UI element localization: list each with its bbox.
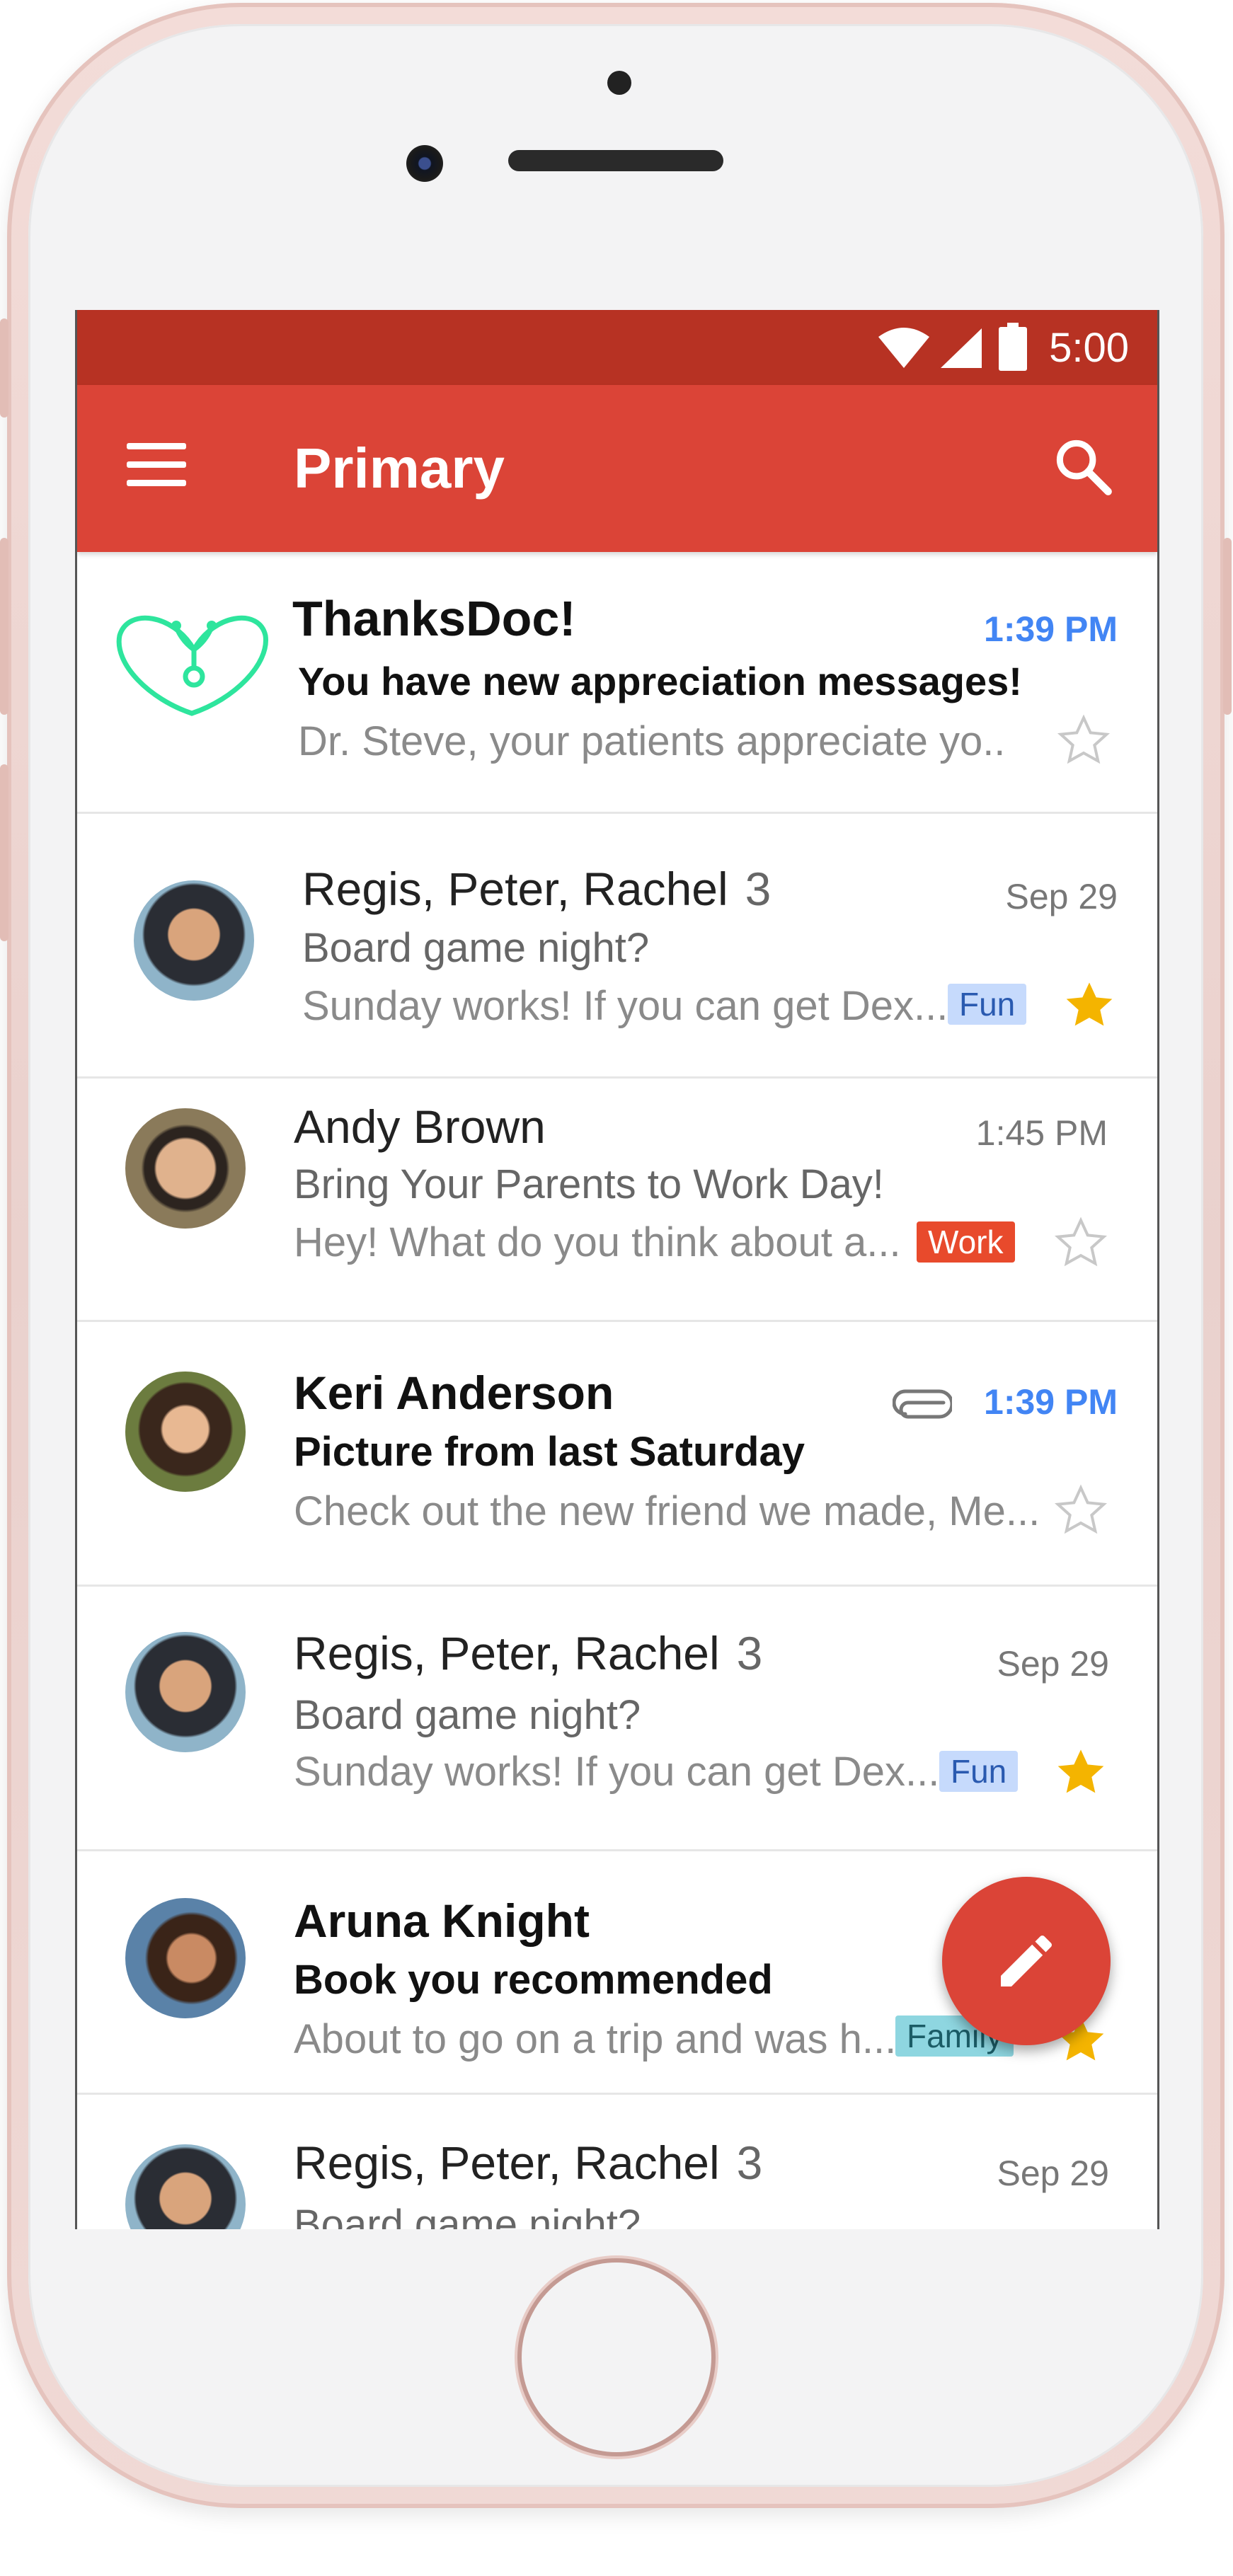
phone-power-button <box>1223 538 1232 715</box>
hamburger-icon[interactable] <box>127 443 186 487</box>
email-time: 1:39 PM <box>984 609 1118 649</box>
list-item[interactable]: Regis, Peter, Rachel 3 Sep 29 Board game … <box>77 1587 1157 1851</box>
email-time: 1:39 PM <box>984 1382 1118 1422</box>
search-icon[interactable] <box>1051 435 1115 498</box>
email-snippet: Check out the new friend we made, Me... <box>294 1488 1040 1534</box>
email-snippet: Sunday works! If you can get Dex... <box>294 1749 940 1795</box>
list-item[interactable]: ThanksDoc! 1:39 PM You have new apprecia… <box>77 552 1157 814</box>
avatar <box>134 880 254 1001</box>
avatar <box>125 1108 246 1229</box>
sender-name: Aruna Knight <box>294 1894 590 1947</box>
app-bar: Primary <box>77 385 1157 552</box>
pencil-icon <box>1001 1935 1052 1986</box>
home-button[interactable] <box>522 2262 711 2452</box>
avatar <box>125 2144 246 2229</box>
label-tag: Work <box>917 1221 1015 1263</box>
email-snippet: Hey! What do you think about a... <box>294 1219 901 1265</box>
email-subject: Board game night? <box>294 1692 641 1738</box>
phone-volume-up <box>0 538 8 715</box>
email-snippet: Dr. Steve, your patients appreciate yo.. <box>298 718 1006 764</box>
email-subject: Board game night? <box>302 925 650 971</box>
sender-name: Regis, Peter, Rachel 3 <box>302 863 772 915</box>
sender-name: Regis, Peter, Rachel 3 <box>294 2137 763 2189</box>
email-time: Sep 29 <box>997 1644 1109 1684</box>
email-subject: You have new appreciation messages! <box>298 659 1022 703</box>
thread-count: 3 <box>745 863 772 915</box>
phone-side-button <box>0 318 8 418</box>
screen: 5:00 Primary ThanksDoc! 1:39 PM You have… <box>75 310 1159 2229</box>
email-snippet: About to go on a trip and was h... <box>294 2016 897 2062</box>
list-item[interactable]: Regis, Peter, Rachel 3 Sep 29 Board game … <box>77 814 1157 1079</box>
email-subject: Board game night? <box>294 2202 641 2229</box>
list-item[interactable]: Keri Anderson 1:39 PM Picture from last … <box>77 1322 1157 1587</box>
email-snippet: Sunday works! If you can get Dex... <box>302 983 948 1029</box>
star-icon[interactable] <box>1055 712 1112 769</box>
star-icon[interactable] <box>1053 1214 1109 1271</box>
list-item[interactable]: Regis, Peter, Rachel 3 Sep 29 Board game … <box>77 2095 1157 2229</box>
email-time: Sep 29 <box>1005 877 1118 916</box>
status-time: 5:00 <box>1049 325 1129 371</box>
star-icon[interactable] <box>1061 977 1118 1033</box>
avatar <box>125 1898 246 2018</box>
email-subject: Bring Your Parents to Work Day! <box>294 1161 884 1207</box>
email-subject: Picture from last Saturday <box>294 1429 805 1475</box>
battery-icon <box>999 323 1027 371</box>
email-subject: Book you recommended <box>294 1957 773 2003</box>
sender-name: Andy Brown <box>294 1100 546 1153</box>
paperclip-icon <box>893 1389 952 1419</box>
status-bar: 5:00 <box>77 310 1157 385</box>
label-tag: Fun <box>939 1751 1019 1792</box>
label-tag: Fun <box>948 984 1027 1025</box>
sender-name: Regis, Peter, Rachel 3 <box>294 1627 763 1679</box>
compose-button[interactable] <box>942 1877 1111 2045</box>
page-title: Primary <box>294 437 505 500</box>
thread-count: 3 <box>736 2137 763 2189</box>
thread-count: 3 <box>736 1627 763 1679</box>
email-time: Sep 29 <box>997 2154 1109 2193</box>
star-icon[interactable] <box>1053 1744 1109 1800</box>
avatar <box>125 1372 246 1492</box>
signal-icon <box>941 328 982 368</box>
earpiece-speaker <box>508 150 723 171</box>
star-icon[interactable] <box>1053 1482 1109 1539</box>
proximity-sensor <box>607 71 631 95</box>
avatar <box>125 1632 246 1752</box>
front-camera <box>406 145 443 182</box>
wifi-icon <box>878 328 929 368</box>
thanksdoc-logo <box>116 615 268 716</box>
phone-volume-down <box>0 764 8 941</box>
sender-name: Keri Anderson <box>294 1367 614 1419</box>
email-time: 1:45 PM <box>975 1113 1108 1153</box>
sender-name: ThanksDoc! <box>292 591 576 646</box>
list-item[interactable]: Andy Brown 1:45 PM Bring Your Parents to… <box>77 1079 1157 1322</box>
